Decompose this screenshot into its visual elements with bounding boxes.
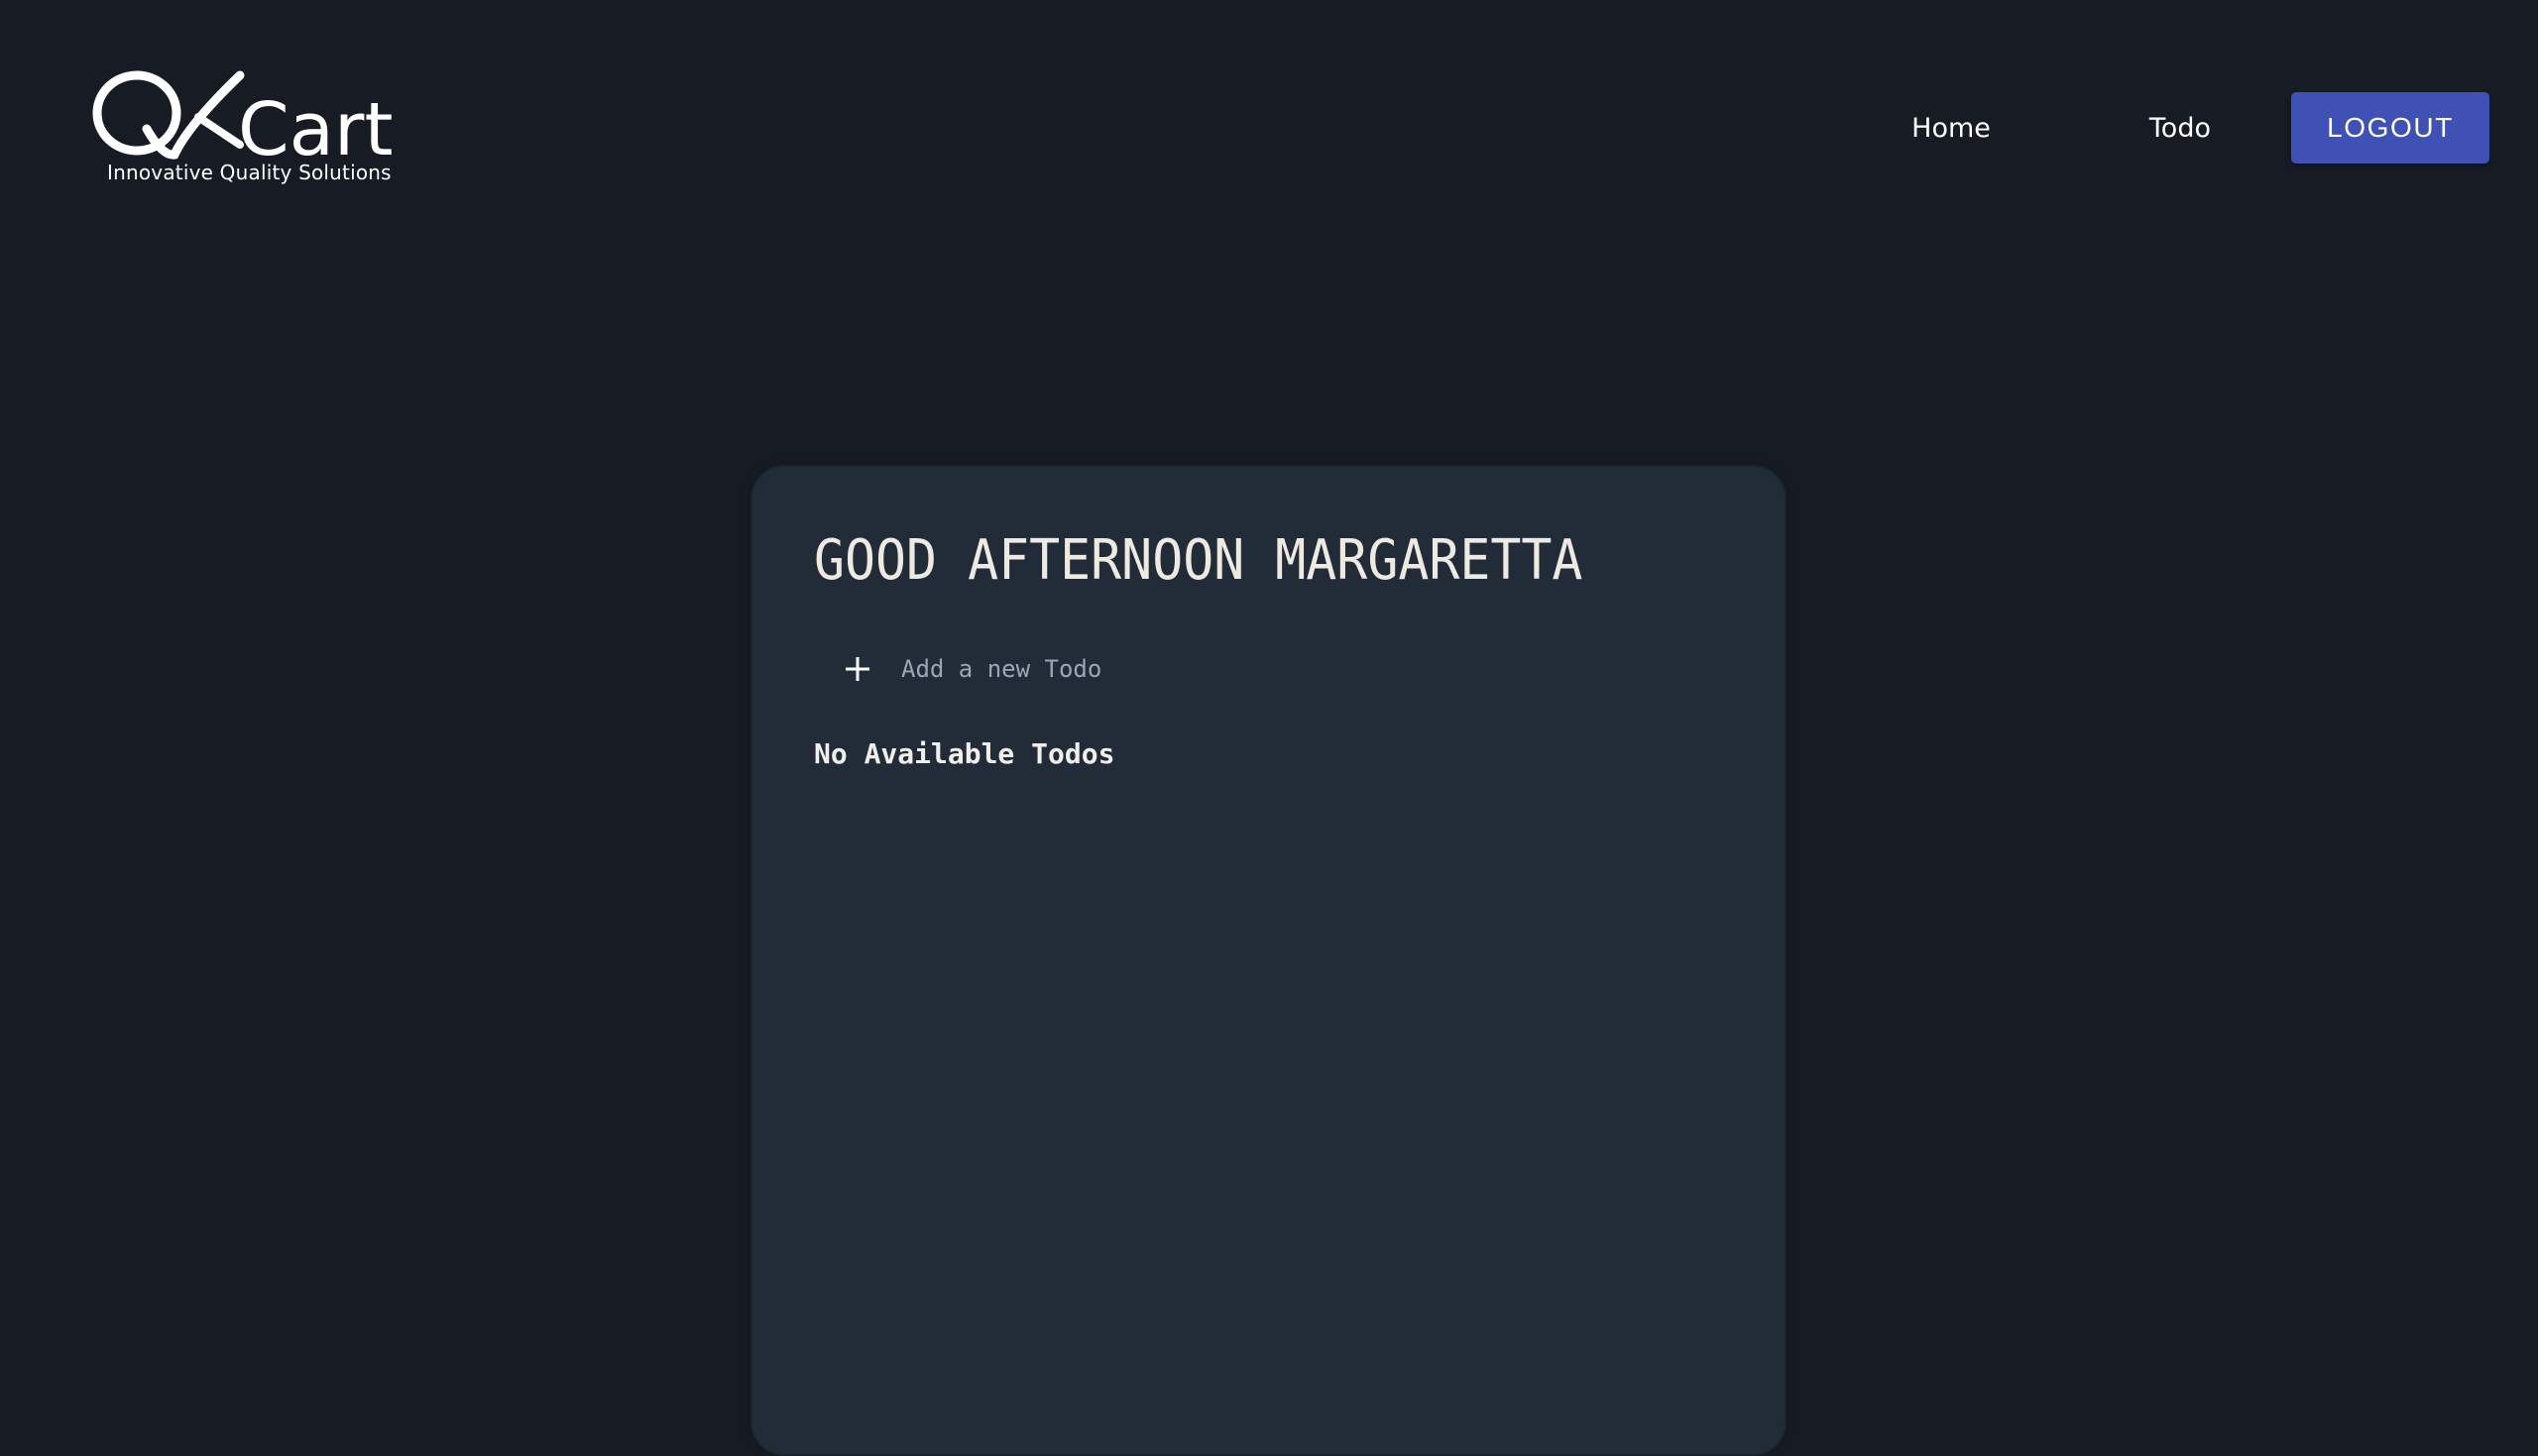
top-header: Cart Innovative Quality Solutions Home T…: [0, 0, 2538, 258]
qkart-logo[interactable]: Cart Innovative Quality Solutions: [91, 67, 399, 190]
plus-icon[interactable]: [844, 655, 871, 683]
nav-home-link[interactable]: Home: [1911, 113, 1991, 144]
greeting-title: GOOD AFTERNOON MARGARETTA: [814, 528, 1583, 593]
todo-card: GOOD AFTERNOON MARGARETTA No Available T…: [750, 465, 1787, 1456]
logo-tagline: Innovative Quality Solutions: [107, 161, 392, 184]
plus-icon-glyph: [846, 657, 869, 681]
nav-todo-link[interactable]: Todo: [2149, 113, 2211, 144]
main-nav: Home Todo LOGOUT: [1911, 92, 2489, 164]
svg-text:Cart: Cart: [238, 87, 393, 167]
logout-button[interactable]: LOGOUT: [2291, 92, 2489, 164]
add-todo-input[interactable]: [901, 648, 1595, 690]
empty-todos-message: No Available Todos: [814, 737, 1115, 770]
qkart-logo-mark: Cart: [92, 70, 393, 167]
